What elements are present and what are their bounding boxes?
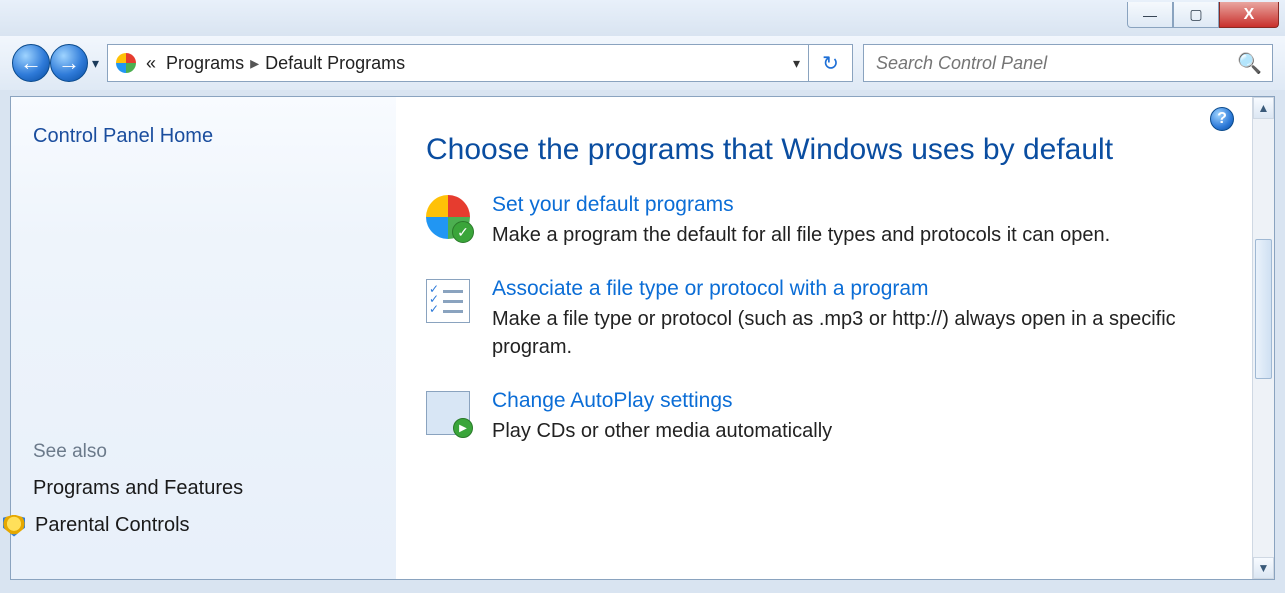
option-set-default-programs: Set your default programs Make a program… [426,193,1244,249]
shield-icon [3,515,25,537]
breadcrumb-chevrons: « [146,53,156,74]
scroll-up-button[interactable]: ▲ [1253,97,1274,119]
control-panel-home-link[interactable]: Control Panel Home [33,125,374,148]
scroll-thumb[interactable] [1255,239,1272,379]
help-button[interactable]: ? [1210,107,1234,131]
breadcrumb-programs[interactable]: Programs [166,53,244,74]
see-also-header: See also [33,441,374,463]
associate-icon [426,279,470,323]
change-autoplay-desc: Play CDs or other media automatically [492,417,1244,445]
minimize-button[interactable]: — [1127,2,1173,28]
page-title: Choose the programs that Windows uses by… [426,133,1244,167]
history-dropdown[interactable]: ▾ [92,55,99,72]
search-icon[interactable]: 🔍 [1237,51,1262,76]
breadcrumb-separator: ▸ [250,53,259,74]
address-dropdown[interactable]: ▾ [793,55,800,72]
window-controls: — ▢ X [1127,2,1279,28]
content-area: Control Panel Home See also Programs and… [10,96,1275,580]
control-panel-icon [116,53,136,73]
scroll-track[interactable] [1253,119,1274,557]
change-autoplay-link[interactable]: Change AutoPlay settings [492,389,733,413]
titlebar: — ▢ X [0,0,1285,36]
autoplay-icon [426,391,470,435]
default-programs-icon [426,195,470,239]
sidebar: Control Panel Home See also Programs and… [11,97,396,579]
main-panel: ? Choose the programs that Windows uses … [396,97,1274,579]
search-box[interactable]: 🔍 [863,44,1273,82]
navigation-bar: ← → ▾ « Programs ▸ Default Programs ▾ ↻ … [0,36,1285,90]
option-change-autoplay: Change AutoPlay settings Play CDs or oth… [426,389,1244,445]
parental-controls-label: Parental Controls [35,514,190,537]
associate-file-type-desc: Make a file type or protocol (such as .m… [492,305,1244,361]
maximize-button[interactable]: ▢ [1173,2,1219,28]
parental-controls-link[interactable]: Parental Controls [33,514,374,537]
option-associate-file-type: Associate a file type or protocol with a… [426,277,1244,361]
programs-and-features-link[interactable]: Programs and Features [33,477,374,500]
address-bar[interactable]: « Programs ▸ Default Programs ▾ [107,44,809,82]
set-default-programs-link[interactable]: Set your default programs [492,193,734,217]
vertical-scrollbar[interactable]: ▲ ▼ [1252,97,1274,579]
breadcrumb-default-programs[interactable]: Default Programs [265,53,405,74]
programs-and-features-label: Programs and Features [33,477,243,500]
close-button[interactable]: X [1219,2,1279,28]
associate-file-type-link[interactable]: Associate a file type or protocol with a… [492,277,929,301]
search-input[interactable] [874,52,1237,75]
nav-arrows: ← → ▾ [12,44,99,82]
scroll-down-button[interactable]: ▼ [1253,557,1274,579]
back-button[interactable]: ← [12,44,50,82]
set-default-programs-desc: Make a program the default for all file … [492,221,1244,249]
refresh-button[interactable]: ↻ [809,44,853,82]
forward-button[interactable]: → [50,44,88,82]
